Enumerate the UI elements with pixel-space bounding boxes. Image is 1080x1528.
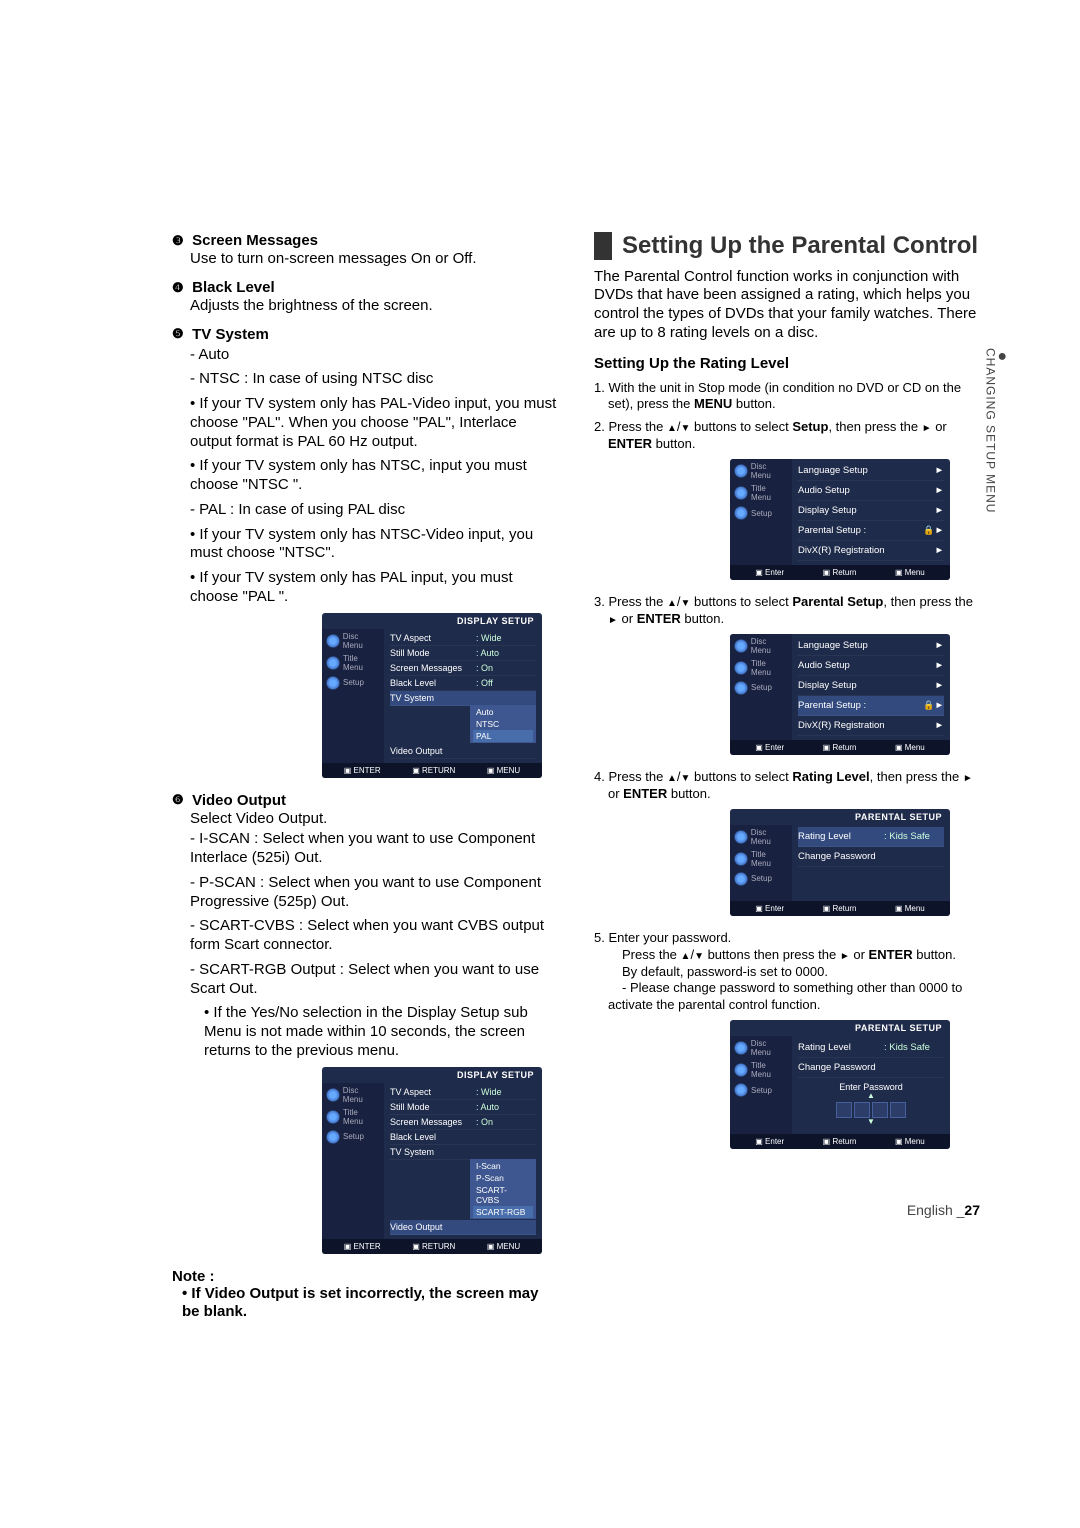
- osd-setup-a: Disc Menu Title Menu Setup Language Setu…: [730, 459, 950, 580]
- note-title: Note :: [172, 1268, 558, 1285]
- lock-icon: [923, 700, 934, 711]
- step-3: 3. Press the / buttons to select Parenta…: [594, 594, 980, 628]
- osd1-title: DISPLAY SETUP: [322, 613, 542, 629]
- item4-num: ❹: [172, 280, 184, 296]
- note-body: • If Video Output is set incorrectly, th…: [172, 1285, 558, 1323]
- item4-title: Black Level: [192, 279, 275, 296]
- item3-title: Screen Messages: [192, 232, 318, 249]
- item6-num: ❻: [172, 792, 184, 808]
- item5-num: ❺: [172, 326, 184, 342]
- up-icon: [667, 419, 677, 434]
- side-tab: ● CHANGING SETUP MENU: [983, 348, 1008, 513]
- step-1: 1. With the unit in Stop mode (in condit…: [594, 380, 980, 414]
- right-column: Setting Up the Parental Control The Pare…: [594, 232, 980, 1322]
- item4-desc: Adjusts the brightness of the screen.: [172, 297, 558, 316]
- osd-parental-d: PARENTAL SETUP Disc Menu Title Menu Setu…: [730, 1020, 950, 1149]
- down-icon: [681, 419, 691, 434]
- osd2-title: DISPLAY SETUP: [322, 1067, 542, 1083]
- left-column: ❸ Screen Messages Use to turn on-screen …: [172, 232, 558, 1322]
- right-icon: [922, 419, 932, 434]
- osd-parental-c: PARENTAL SETUP Disc Menu Title Menu Setu…: [730, 809, 950, 916]
- item5-title: TV System: [192, 326, 269, 343]
- item6-bullets: - I-SCAN : Select when you want to use C…: [172, 830, 558, 1060]
- item5-bullets: - Auto - NTSC : In case of using NTSC di…: [172, 346, 558, 607]
- section-intro: The Parental Control function works in c…: [594, 268, 980, 343]
- item6-desc: Select Video Output.: [172, 810, 558, 829]
- item3-num: ❸: [172, 233, 184, 249]
- sub-heading: Setting Up the Rating Level: [594, 355, 980, 372]
- step-5: 5. Enter your password. Press the / butt…: [594, 930, 980, 1014]
- step-4: 4. Press the / buttons to select Rating …: [594, 769, 980, 803]
- item6-title: Video Output: [192, 792, 286, 809]
- section-heading: Setting Up the Parental Control: [594, 232, 980, 260]
- lock-icon: [923, 525, 934, 536]
- item3-desc: Use to turn on-screen messages On or Off…: [172, 250, 558, 269]
- step-2: 2. Press the / buttons to select Setup, …: [594, 419, 980, 453]
- osd-setup-b: Disc Menu Title Menu Setup Language Setu…: [730, 634, 950, 755]
- page-footer: English _27: [907, 1202, 980, 1218]
- osd-display-setup-2: DISPLAY SETUP Disc Menu Title Menu Setup…: [322, 1067, 542, 1254]
- osd-display-setup-1: DISPLAY SETUP Disc Menu Title Menu Setup…: [322, 613, 542, 778]
